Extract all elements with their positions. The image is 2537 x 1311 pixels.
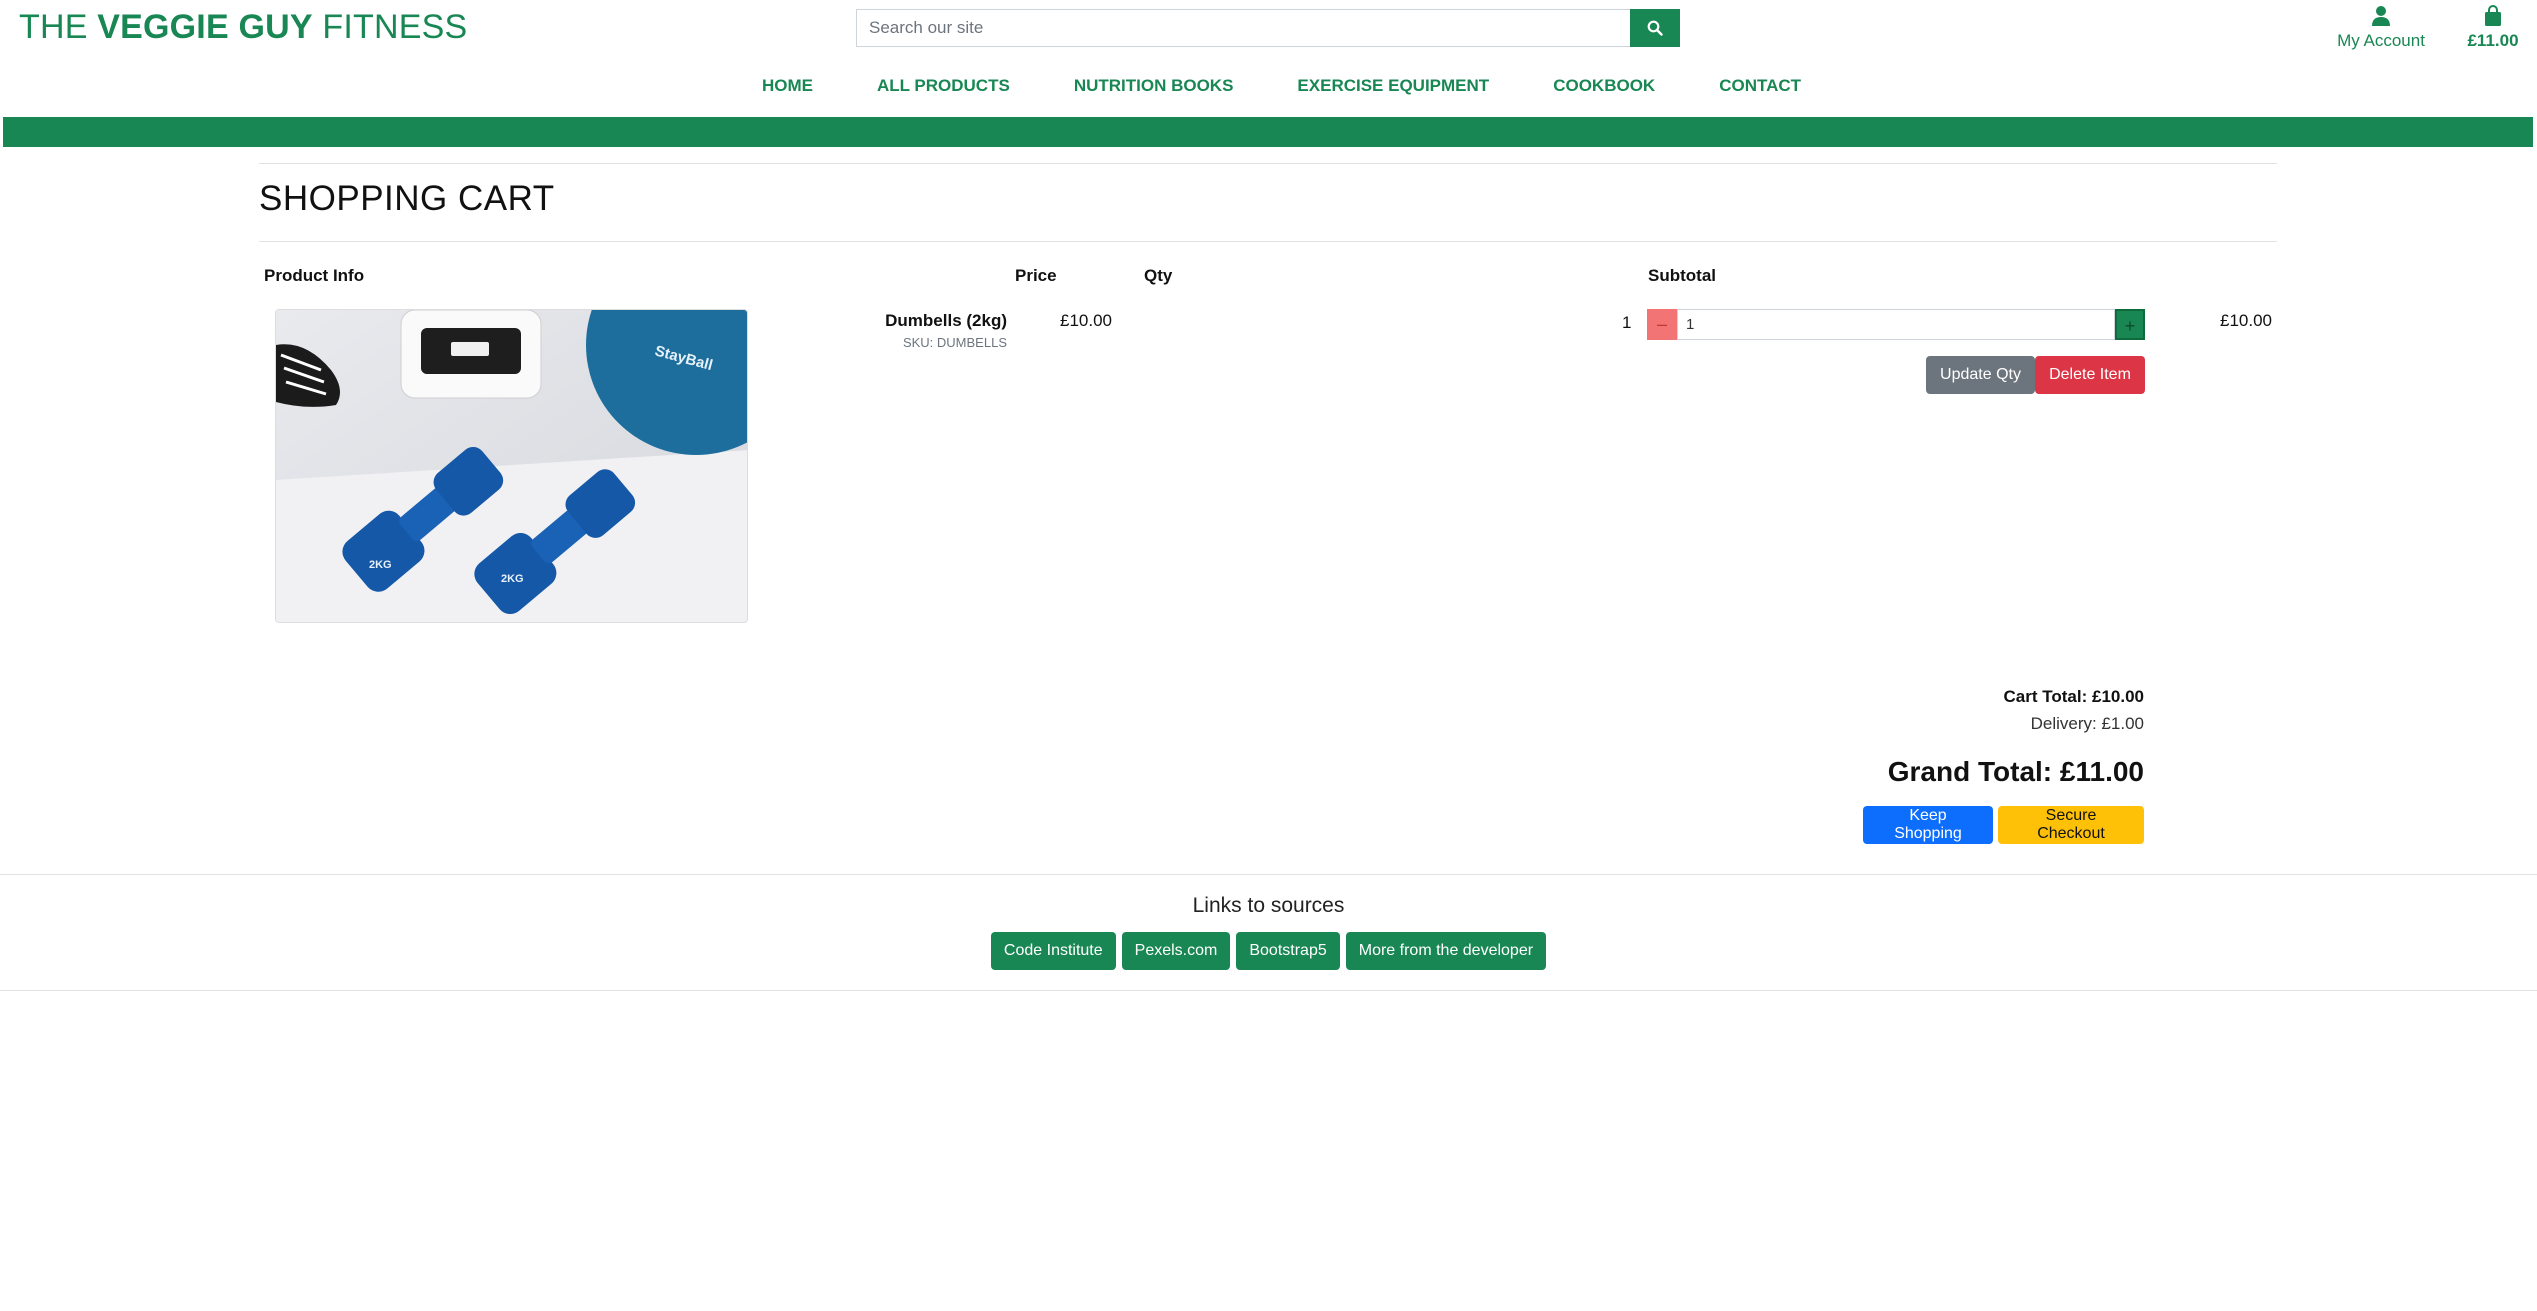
my-account-label: My Account xyxy=(2337,31,2425,50)
grand-total: Grand Total: £11.00 xyxy=(1887,756,2144,787)
cart-total: Cart Total: £10.00 xyxy=(2003,687,2144,706)
quantity-display: 1 xyxy=(1622,313,1632,332)
header-subtotal: Subtotal xyxy=(1648,266,1716,285)
link-pexels[interactable]: Pexels.com xyxy=(1121,932,1231,970)
logo-bold: VEGGIE GUY xyxy=(97,8,313,46)
footer-divider xyxy=(0,990,2537,991)
nav-contact[interactable]: CONTACT xyxy=(1687,76,1833,96)
search-icon xyxy=(1647,20,1663,36)
main-nav: HOME ALL PRODUCTS NUTRITION BOOKS EXERCI… xyxy=(0,76,2537,96)
product-name[interactable]: Dumbells (2kg) xyxy=(860,311,1007,331)
quantity-stepper: – + xyxy=(1647,309,2145,340)
site-logo[interactable]: THE VEGGIE GUY FITNESS xyxy=(19,8,467,47)
nav-exercise-equipment[interactable]: EXERCISE EQUIPMENT xyxy=(1265,76,1521,96)
divider xyxy=(259,163,2277,164)
page-title: SHOPPING CART xyxy=(259,179,555,218)
item-subtotal: £10.00 xyxy=(2220,311,2272,330)
search-input[interactable] xyxy=(856,9,1630,47)
svg-text:2KG: 2KG xyxy=(369,559,392,571)
source-links: Code Institute Pexels.com Bootstrap5 Mor… xyxy=(0,932,2537,970)
header-banner-bar xyxy=(3,117,2533,147)
link-developer[interactable]: More from the developer xyxy=(1345,932,1547,970)
logo-prefix: THE xyxy=(19,8,98,46)
secure-checkout-button[interactable]: Secure Checkout xyxy=(1998,806,2144,844)
product-price: £10.00 xyxy=(1060,311,1112,330)
footer-title: Links to sources xyxy=(1192,894,1345,917)
update-qty-button[interactable]: Update Qty xyxy=(1926,356,2035,394)
shopping-bag-icon xyxy=(2485,5,2501,26)
divider xyxy=(259,241,2277,242)
link-code-institute[interactable]: Code Institute xyxy=(990,932,1116,970)
header-product-info: Product Info xyxy=(264,266,365,285)
svg-text:2KG: 2KG xyxy=(501,573,524,585)
nav-cookbook[interactable]: COOKBOOK xyxy=(1521,76,1687,96)
my-account-link[interactable]: My Account xyxy=(2326,3,2436,51)
header-price: Price xyxy=(1015,266,1057,285)
nav-all-products[interactable]: ALL PRODUCTS xyxy=(845,76,1042,96)
keep-shopping-button[interactable]: Keep Shopping xyxy=(1863,806,1993,844)
nav-home[interactable]: HOME xyxy=(730,76,845,96)
search-button[interactable] xyxy=(1630,9,1680,47)
nav-nutrition-books[interactable]: NUTRITION BOOKS xyxy=(1042,76,1266,96)
cart-link[interactable]: £11.00 xyxy=(2458,3,2528,51)
quantity-input[interactable] xyxy=(1677,309,2115,340)
footer-divider xyxy=(0,874,2537,875)
delivery-cost: Delivery: £1.00 xyxy=(2030,714,2144,733)
product-image: StayBall 2KG 2KG xyxy=(275,309,748,623)
delete-item-button[interactable]: Delete Item xyxy=(2035,356,2145,394)
user-icon xyxy=(2372,6,2390,26)
product-sku: SKU: DUMBELLS xyxy=(902,335,1007,350)
link-bootstrap[interactable]: Bootstrap5 xyxy=(1236,932,1340,970)
decrement-qty-button[interactable]: – xyxy=(1647,309,1677,340)
cart-header-total: £11.00 xyxy=(2467,31,2519,50)
logo-suffix: FITNESS xyxy=(312,8,468,46)
increment-qty-button[interactable]: + xyxy=(2115,309,2145,340)
search-form xyxy=(856,9,1680,47)
header-qty: Qty xyxy=(1144,266,1173,285)
